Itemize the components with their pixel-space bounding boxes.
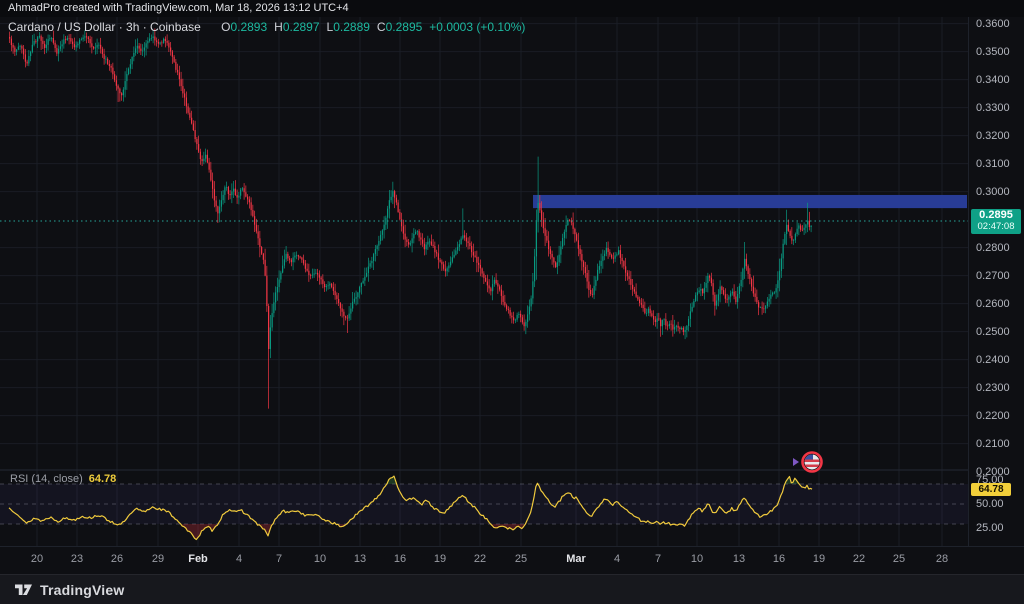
time-tick-label: 26: [111, 553, 123, 565]
price-tick-label: 0.3100: [976, 158, 1010, 170]
time-tick-label: 7: [276, 553, 282, 565]
rsi-tick-label: 50.00: [976, 498, 1004, 510]
tradingview-chart-window: AhmadPro created with TradingView.com, M…: [0, 0, 1024, 604]
ohlc-readout: O0.2893H0.2897L0.2889C0.2895+0.0003 (+0.…: [214, 20, 525, 34]
time-tick-label: 22: [853, 553, 865, 565]
time-tick-label: 4: [236, 553, 242, 565]
symbol-title[interactable]: Cardano / US Dollar · 3h · Coinbase: [8, 20, 201, 34]
price-tick-label: 0.2200: [976, 410, 1010, 422]
time-tick-label: 28: [936, 553, 948, 565]
low-value: 0.2889: [333, 20, 370, 34]
time-tick-label: 16: [773, 553, 785, 565]
time-tick-label: 25: [515, 553, 527, 565]
tradingview-logo-icon[interactable]: [14, 580, 33, 599]
time-tick-label: 23: [71, 553, 83, 565]
time-tick-label: 25: [893, 553, 905, 565]
price-axis[interactable]: 0.3600 0.3500 0.3400 0.3300 0.3200 0.3100 0.30…: [968, 0, 1024, 546]
open-value: 0.2893: [230, 20, 267, 34]
price-tick-label: 0.2700: [976, 270, 1010, 282]
attribution-text: AhmadPro created with TradingView.com, M…: [8, 2, 349, 14]
time-tick-label: 16: [394, 553, 406, 565]
rsi-indicator-label[interactable]: RSI (14, close) 64.78: [10, 473, 116, 485]
time-tick-label: 19: [813, 553, 825, 565]
price-tick-label: 0.3300: [976, 102, 1010, 114]
price-tick-label: 0.2600: [976, 298, 1010, 310]
time-tick-label: 13: [354, 553, 366, 565]
candlestick-rsi-chart[interactable]: [0, 0, 968, 546]
price-tick-label: 0.3500: [976, 46, 1010, 58]
economic-event-icon[interactable]: [793, 453, 822, 472]
rsi-tick-label: 25.00: [976, 522, 1004, 534]
high-value: 0.2897: [283, 20, 320, 34]
price-tick-label: 0.3200: [976, 130, 1010, 142]
tradingview-logo-text[interactable]: TradingView: [40, 582, 124, 598]
time-tick-label: 13: [733, 553, 745, 565]
price-tick-label: 0.3600: [976, 18, 1010, 30]
current-price-label: 0.2895 02:47:08: [971, 209, 1021, 234]
time-tick-label: 10: [691, 553, 703, 565]
symbol-info[interactable]: Cardano / US Dollar · 3h · Coinbase O0.2…: [8, 20, 525, 34]
close-value: 0.2895: [386, 20, 423, 34]
time-tick-label: 29: [152, 553, 164, 565]
bottom-toolbar: TradingView: [0, 574, 1024, 604]
time-tick-label: 10: [314, 553, 326, 565]
bar-close-countdown: 02:47:08: [971, 222, 1021, 232]
time-tick-label: 19: [434, 553, 446, 565]
change-value: +0.0003 (+0.10%): [429, 20, 525, 34]
time-tick-label: Feb: [188, 553, 208, 565]
price-tick-label: 0.2300: [976, 382, 1010, 394]
time-tick-label: 4: [614, 553, 620, 565]
rsi-value-label: 64.78: [971, 483, 1011, 496]
time-tick-label: Mar: [566, 553, 586, 565]
price-tick-label: 0.2100: [976, 438, 1010, 450]
time-tick-label: 22: [474, 553, 486, 565]
price-tick-label: 0.2500: [976, 326, 1010, 338]
time-tick-label: 20: [31, 553, 43, 565]
rsi-title[interactable]: RSI (14, close): [10, 473, 83, 485]
time-tick-label: 7: [655, 553, 661, 565]
price-tick-label: 0.3400: [976, 74, 1010, 86]
high-label: H: [274, 20, 283, 34]
time-axis[interactable]: 20 23 26 29 Feb 4 7 10 13 16 19 22 25 Mar 4 7 10 13 16 19 22…: [0, 546, 1024, 574]
price-tick-label: 0.2400: [976, 354, 1010, 366]
chart-canvas[interactable]: Cardano / US Dollar · 3h · Coinbase O0.2…: [0, 0, 968, 546]
close-label: C: [377, 20, 386, 34]
attribution-bar: AhmadPro created with TradingView.com, M…: [0, 0, 1024, 17]
rsi-current-value: 64.78: [89, 473, 117, 485]
price-tick-label: 0.3000: [976, 186, 1010, 198]
price-tick-label: 0.2800: [976, 242, 1010, 254]
